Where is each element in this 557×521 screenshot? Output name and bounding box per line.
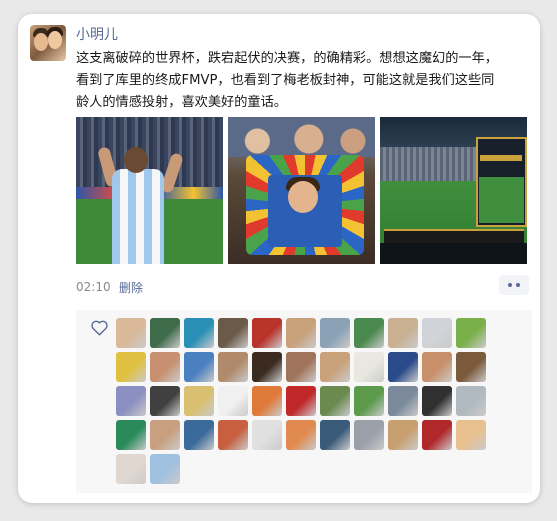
liker-avatar[interactable] (286, 386, 316, 416)
liker-avatar[interactable] (116, 386, 146, 416)
photo-caption-bar (384, 229, 524, 243)
liker-avatar-grid (116, 318, 486, 484)
photo-portrait-face (288, 181, 318, 213)
liker-avatar[interactable] (252, 318, 282, 348)
liker-avatar[interactable] (354, 352, 384, 382)
moment-card: 小明儿 这支离破碎的世界杯，跌宕起伏的决赛，的确精彩。想想这魔幻的一年， 看到了… (18, 14, 540, 503)
photo-fans-banner[interactable] (228, 117, 375, 264)
post-text-line: 龄人的情感投射，喜欢美好的童话。 (76, 95, 287, 110)
liker-avatar[interactable] (252, 420, 282, 450)
photo-fans (228, 117, 375, 157)
author-name[interactable]: 小明儿 (76, 24, 118, 44)
liker-avatar[interactable] (456, 386, 486, 416)
dot-icon (508, 283, 512, 287)
photo-jersey (112, 169, 164, 264)
liker-avatar[interactable] (184, 352, 214, 382)
liker-avatar[interactable] (218, 318, 248, 348)
photo-panel-pitch (479, 177, 524, 223)
liker-avatar[interactable] (422, 386, 452, 416)
liker-avatar[interactable] (422, 318, 452, 348)
liker-avatar[interactable] (184, 386, 214, 416)
liker-avatar[interactable] (354, 420, 384, 450)
liker-avatar[interactable] (150, 420, 180, 450)
liker-avatar[interactable] (286, 318, 316, 348)
avatar-face-right (48, 31, 62, 49)
liker-avatar[interactable] (320, 386, 350, 416)
avatar-face-left (34, 33, 48, 51)
likes-panel (76, 310, 532, 493)
liker-avatar[interactable] (422, 420, 452, 450)
post-text-line: 这支离破碎的世界杯，跌宕起伏的决赛，的确精彩。想想这魔幻的一年， (76, 51, 498, 66)
liker-avatar[interactable] (150, 352, 180, 382)
photo-stadium-broadcast[interactable] (380, 117, 527, 264)
liker-avatar[interactable] (252, 352, 282, 382)
liker-avatar[interactable] (116, 352, 146, 382)
liker-avatar[interactable] (150, 386, 180, 416)
liker-avatar[interactable] (286, 352, 316, 382)
post-text: 这支离破碎的世界杯，跌宕起伏的决赛，的确精彩。想想这魔幻的一年， 看到了库里的终… (76, 48, 532, 114)
liker-avatar[interactable] (388, 318, 418, 348)
delete-link[interactable]: 删除 (119, 279, 143, 296)
liker-avatar[interactable] (116, 420, 146, 450)
liker-avatar[interactable] (354, 318, 384, 348)
liker-avatar[interactable] (218, 352, 248, 382)
liker-avatar[interactable] (184, 420, 214, 450)
liker-avatar[interactable] (456, 318, 486, 348)
liker-avatar[interactable] (456, 352, 486, 382)
liker-avatar[interactable] (184, 318, 214, 348)
liker-avatar[interactable] (320, 420, 350, 450)
liker-avatar[interactable] (150, 318, 180, 348)
photo-head (124, 147, 148, 173)
author-avatar[interactable] (30, 25, 66, 61)
liker-avatar[interactable] (354, 386, 384, 416)
liker-avatar[interactable] (388, 420, 418, 450)
liker-avatar[interactable] (286, 420, 316, 450)
liker-avatar[interactable] (422, 352, 452, 382)
liker-avatar[interactable] (116, 318, 146, 348)
liker-avatar[interactable] (320, 318, 350, 348)
heart-icon (91, 320, 108, 336)
liker-avatar[interactable] (150, 454, 180, 484)
photo-bottom-band (380, 243, 527, 264)
post-time: 02:10 (76, 280, 111, 294)
liker-avatar[interactable] (218, 386, 248, 416)
post-text-line: 看到了库里的终成FMVP，也看到了梅老板封神，可能这就是我们这些同 (76, 73, 495, 88)
photo-gold-strip (480, 155, 522, 161)
liker-avatar[interactable] (456, 420, 486, 450)
liker-avatar[interactable] (388, 386, 418, 416)
photo-messi-celebration[interactable] (76, 117, 223, 264)
liker-avatar[interactable] (320, 352, 350, 382)
liker-avatar[interactable] (388, 352, 418, 382)
liker-avatar[interactable] (252, 386, 282, 416)
liker-avatar[interactable] (116, 454, 146, 484)
dot-icon (516, 283, 520, 287)
more-options-button[interactable] (499, 275, 529, 295)
liker-avatar[interactable] (218, 420, 248, 450)
